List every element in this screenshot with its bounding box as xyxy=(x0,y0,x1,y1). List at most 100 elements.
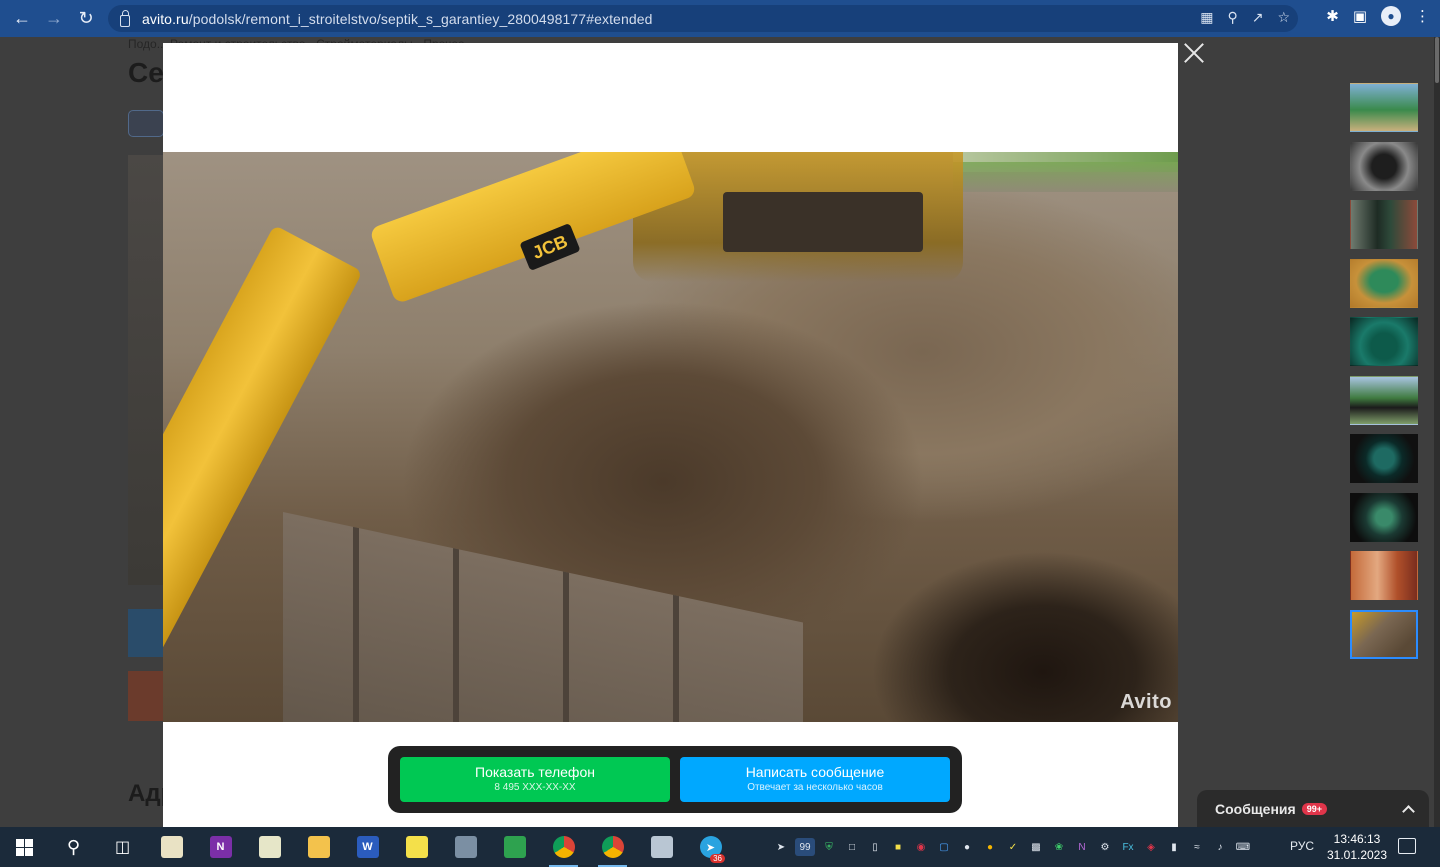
share-icon[interactable]: ↗ xyxy=(1252,9,1264,26)
arrow-left-icon: ← xyxy=(13,8,31,28)
taskbar-app-sticky[interactable] xyxy=(392,827,441,867)
messages-badge: 99+ xyxy=(1301,802,1327,815)
sync-icon[interactable]: ● xyxy=(958,838,976,856)
taskbar-app-explorer[interactable] xyxy=(294,827,343,867)
shield-icon[interactable]: ⛨ xyxy=(820,838,838,856)
lock-icon xyxy=(120,9,130,27)
taskbar-app-image[interactable] xyxy=(441,827,490,867)
thumbnail-6[interactable] xyxy=(1350,375,1418,425)
response-time: Отвечает за несколько часов xyxy=(747,782,883,793)
system-tray: ➤ 99 ⛨ □ ▯ ■ ◉ ▢ ● ● ✓ ▩ ❀ N ⚙ Fx ◈ ▮ ≈ … xyxy=(772,827,1252,867)
address-bar[interactable]: avito.ru/podolsk/remont_i_stroitelstvo/s… xyxy=(108,5,1298,32)
start-button[interactable] xyxy=(0,827,49,867)
forward-button[interactable]: → xyxy=(38,3,70,35)
back-button[interactable]: ← xyxy=(6,3,38,35)
windows-taskbar: ⚲ ◫ N W ➤ 36 ➤ 99 ⛨ □ ▯ ■ ◉ ▢ ● ● ✓ ▩ ❀ N… xyxy=(0,827,1440,867)
arrow-right-icon: → xyxy=(45,8,63,28)
notification-center-icon[interactable] xyxy=(1398,838,1416,854)
page-title: Се xyxy=(128,57,164,88)
leaf-tray-icon[interactable]: ❀ xyxy=(1050,838,1068,856)
taskbar-app-word[interactable]: W xyxy=(343,827,392,867)
bottle-tray-icon[interactable]: ◈ xyxy=(1142,838,1160,856)
photo-wall-seam xyxy=(563,571,569,722)
url-host: avito.ru xyxy=(142,10,189,27)
document-icon[interactable]: ▯ xyxy=(866,838,884,856)
kebab-menu-icon[interactable]: ⋮ xyxy=(1415,7,1430,25)
taskbar-app-calculator[interactable] xyxy=(637,827,686,867)
check-tray-icon[interactable]: ✓ xyxy=(1004,838,1022,856)
volume-icon[interactable]: ♪ xyxy=(1211,838,1229,856)
thumbnail-2[interactable] xyxy=(1350,141,1418,191)
thumbnail-10[interactable] xyxy=(1350,609,1418,659)
thumbnail-5[interactable] xyxy=(1350,317,1418,366)
zoom-icon[interactable]: ⚲ xyxy=(1227,9,1237,26)
onenote-tray-icon[interactable]: N xyxy=(1073,838,1091,856)
translate-icon[interactable]: ▦ xyxy=(1200,9,1213,26)
photo-wall-seam xyxy=(673,594,679,722)
record-icon[interactable]: ◉ xyxy=(912,838,930,856)
gallery-modal: JCB Avito Показать телефон 8 495 XXX-XX-… xyxy=(163,43,1178,827)
thumbnail-1[interactable] xyxy=(1350,83,1418,132)
close-gallery-icon[interactable] xyxy=(1183,42,1205,64)
browser-toolbar: ← → ↻ avito.ru/podolsk/remont_i_stroitel… xyxy=(0,0,1440,37)
monitor-icon[interactable]: □ xyxy=(843,838,861,856)
taskbar-app-onenote[interactable]: N xyxy=(196,827,245,867)
profile-avatar[interactable]: ● xyxy=(1381,6,1401,26)
tools-tray-icon[interactable]: ⚙ xyxy=(1096,838,1114,856)
chevron-up-icon[interactable] xyxy=(1402,804,1415,818)
telegram-badge: 36 xyxy=(710,854,725,863)
word-icon: W xyxy=(356,836,379,858)
screenshot-icon[interactable]: ▢ xyxy=(935,838,953,856)
chrome-icon xyxy=(552,836,575,858)
photo-bucket xyxy=(723,192,923,252)
battery-icon[interactable]: ▮ xyxy=(1165,838,1183,856)
thumbnail-3[interactable] xyxy=(1350,200,1418,249)
write-message-label: Написать сообщение xyxy=(745,764,885,780)
photo-wall-seam xyxy=(353,526,359,722)
gallery-thumbnails xyxy=(1350,83,1418,659)
phone-masked: 8 495 XXX-XX-XX xyxy=(494,782,576,793)
notes-tray-icon[interactable]: ■ xyxy=(889,838,907,856)
window-tray-icon[interactable]: ▩ xyxy=(1027,838,1045,856)
calculator-icon xyxy=(650,836,673,858)
messages-widget[interactable]: Сообщения 99+ xyxy=(1197,790,1429,827)
chrome-tray-icon[interactable]: ● xyxy=(981,838,999,856)
taskbar-app-chrome-2[interactable] xyxy=(588,827,637,867)
reload-icon: ↻ xyxy=(78,8,94,28)
taskbar-app-chart[interactable] xyxy=(245,827,294,867)
sticky-notes-icon xyxy=(405,836,428,858)
task-view-button[interactable]: ◫ xyxy=(98,827,147,867)
url-text[interactable]: avito.ru/podolsk/remont_i_stroitelstvo/s… xyxy=(142,11,652,27)
extensions-icon[interactable]: ✱ xyxy=(1326,7,1339,25)
taskbar-app-chrome-1[interactable] xyxy=(539,827,588,867)
taskbar-app-telegram[interactable]: ➤ 36 xyxy=(686,827,735,867)
sidepanel-icon[interactable]: ▣ xyxy=(1353,7,1367,25)
keyboard-icon[interactable]: ⌨ xyxy=(1234,838,1252,856)
bookmark-star-icon[interactable]: ☆ xyxy=(1277,9,1290,26)
sheets-icon xyxy=(503,836,526,858)
telegram-tray-icon[interactable]: ➤ xyxy=(772,838,790,856)
search-button[interactable]: ⚲ xyxy=(49,827,98,867)
tray-badge-99[interactable]: 99 xyxy=(795,838,815,856)
url-path: /podolsk/remont_i_stroitelstvo/septik_s_… xyxy=(188,10,653,27)
photo-thumb-bg xyxy=(128,609,164,657)
page-scrollbar[interactable] xyxy=(1434,37,1440,827)
input-language[interactable]: РУС xyxy=(1290,839,1314,853)
thumbnail-7[interactable] xyxy=(1350,434,1418,483)
reload-button[interactable]: ↻ xyxy=(70,3,102,35)
gallery-photo[interactable]: JCB Avito xyxy=(163,152,1178,722)
taskbar-app-files[interactable] xyxy=(147,827,196,867)
fx-tray-icon[interactable]: Fx xyxy=(1119,838,1137,856)
clock[interactable]: 13:46:13 31.01.2023 xyxy=(1322,831,1392,863)
thumbnail-4[interactable] xyxy=(1350,258,1418,308)
wifi-icon[interactable]: ≈ xyxy=(1188,838,1206,856)
taskbar-app-sheets[interactable] xyxy=(490,827,539,867)
thumbnail-9[interactable] xyxy=(1350,551,1418,600)
task-view-icon: ◫ xyxy=(114,839,131,856)
show-phone-label: Показать телефон xyxy=(475,764,595,780)
notepad-icon xyxy=(160,836,183,858)
photo-wall-seam xyxy=(453,548,459,722)
show-phone-button[interactable]: Показать телефон 8 495 XXX-XX-XX xyxy=(400,757,670,802)
thumbnail-8[interactable] xyxy=(1350,492,1418,542)
write-message-button[interactable]: Написать сообщение Отвечает за несколько… xyxy=(680,757,950,802)
